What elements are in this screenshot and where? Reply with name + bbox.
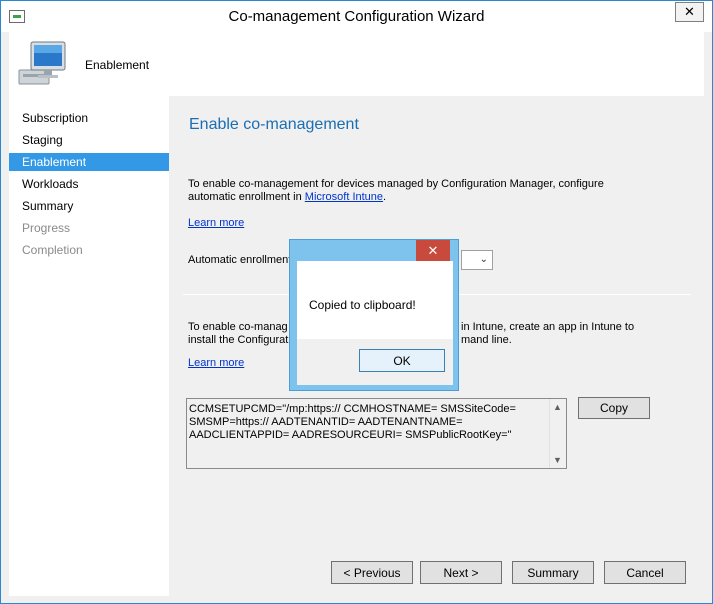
cmd-intro-line1-right: in Intune, create an app in Intune to [461, 321, 635, 333]
sidebar-item-subscription[interactable]: Subscription [9, 109, 169, 127]
sidebar-item-workloads[interactable]: Workloads [9, 175, 169, 193]
copy-button[interactable]: Copy [578, 397, 650, 419]
command-line-textbox[interactable]: CCMSETUPCMD="/mp:https:// CCMHOSTNAME= S… [186, 398, 567, 469]
clipboard-dialog: ✕ Copied to clipboard! OK [289, 239, 459, 391]
cancel-button[interactable]: Cancel [604, 561, 686, 584]
intro-text-end: . [383, 191, 387, 203]
sidebar-item-summary[interactable]: Summary [9, 197, 169, 215]
microsoft-intune-link[interactable]: Microsoft Intune [305, 191, 383, 203]
dialog-close-button[interactable]: ✕ [416, 240, 450, 261]
wizard-window: Co-management Configuration Wizard ✕ Ena… [0, 0, 713, 604]
sidebar-item-enablement[interactable]: Enablement [9, 153, 169, 171]
wizard-sidebar: Subscription Staging Enablement Workload… [9, 96, 169, 596]
intro-text: To enable co-management for devices mana… [188, 178, 628, 204]
title-bar: Co-management Configuration Wizard ✕ [1, 1, 712, 32]
window-title: Co-management Configuration Wizard [228, 8, 485, 25]
dialog-footer: OK [297, 339, 453, 385]
automatic-enrollment-label: Automatic enrollment [188, 254, 292, 266]
scroll-down-icon[interactable]: ▼ [553, 455, 562, 465]
next-button[interactable]: Next > [420, 561, 502, 584]
sidebar-item-progress: Progress [22, 221, 71, 235]
sidebar-item-completion: Completion [22, 243, 83, 257]
learn-more-link-1[interactable]: Learn more [188, 217, 244, 230]
wizard-header: Enablement [9, 32, 704, 96]
intro-text-body: To enable co-management for devices mana… [188, 178, 604, 203]
section-title: Enable co-management [189, 116, 359, 133]
scroll-up-icon[interactable]: ▲ [553, 402, 562, 412]
sidebar-item-staging[interactable]: Staging [9, 131, 169, 149]
ok-button[interactable]: OK [359, 349, 445, 372]
command-scrollbar[interactable]: ▲ ▼ [549, 399, 566, 468]
computer-monitor-icon [18, 41, 66, 85]
learn-more-link-2[interactable]: Learn more [188, 357, 244, 370]
window-close-button[interactable]: ✕ [675, 2, 704, 22]
previous-button[interactable]: < Previous [331, 561, 413, 584]
dialog-body: Copied to clipboard! [297, 261, 453, 339]
summary-button[interactable]: Summary [512, 561, 594, 584]
cmd-intro-line2-right: mand line. [461, 334, 512, 346]
cmd-intro-line2-left: install the Configurat [188, 334, 289, 346]
command-line-text: CCMSETUPCMD="/mp:https:// CCMHOSTNAME= S… [189, 403, 516, 441]
automatic-enrollment-dropdown[interactable]: ⌄ [461, 250, 493, 270]
chevron-down-icon: ⌄ [479, 254, 488, 265]
cmd-intro-line1-left: To enable co-manag [188, 321, 288, 333]
header-title: Enablement [85, 58, 150, 72]
dialog-message: Copied to clipboard! [309, 298, 416, 312]
